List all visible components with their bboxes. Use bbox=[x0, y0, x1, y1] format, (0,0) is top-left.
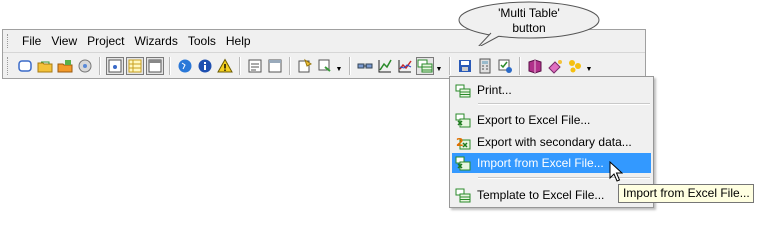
menu-item-export-secondary[interactable]: 2 Export with secondary data... bbox=[452, 132, 651, 152]
window-icon[interactable] bbox=[146, 56, 164, 75]
globe-icon[interactable] bbox=[176, 57, 194, 75]
menu-project[interactable]: Project bbox=[82, 32, 129, 50]
open-project-icon[interactable] bbox=[56, 57, 74, 75]
menu-file[interactable]: File bbox=[17, 32, 46, 50]
chart-icon[interactable] bbox=[376, 57, 394, 75]
menu-item-label: Template to Excel File... bbox=[477, 188, 605, 202]
settings-wizard-icon[interactable] bbox=[316, 57, 334, 75]
info-icon[interactable] bbox=[196, 57, 214, 75]
mouse-cursor-icon bbox=[609, 161, 623, 182]
menu-item-export-excel[interactable]: Export to Excel File... bbox=[452, 110, 651, 130]
main-toolbar: ▼ ▼ ▼ bbox=[3, 52, 645, 78]
line-chart-icon[interactable] bbox=[396, 57, 414, 75]
chevron-down-icon[interactable]: ▼ bbox=[585, 57, 593, 75]
callout-bubble: 'Multi Table' button bbox=[455, 0, 603, 46]
print-icon bbox=[455, 84, 471, 98]
menu-wizards[interactable]: Wizards bbox=[130, 32, 183, 50]
link-icon[interactable] bbox=[356, 57, 374, 75]
save-icon[interactable] bbox=[456, 57, 474, 75]
toolbar-separator bbox=[289, 56, 291, 75]
toolbar-separator bbox=[349, 56, 351, 75]
excel-export-icon bbox=[455, 113, 471, 128]
toolbar-grip[interactable] bbox=[7, 56, 11, 75]
multi-table-icon[interactable] bbox=[416, 56, 434, 75]
menu-separator bbox=[478, 177, 650, 179]
chevron-down-icon[interactable]: ▼ bbox=[335, 57, 343, 75]
menu-item-print[interactable]: Print... bbox=[452, 80, 651, 100]
toolbar-separator bbox=[169, 56, 171, 75]
menu-item-label: Export with secondary data... bbox=[477, 135, 632, 149]
menu-tools[interactable]: Tools bbox=[183, 32, 221, 50]
tooltip: Import from Excel File... bbox=[618, 184, 754, 203]
excel-import-icon bbox=[455, 156, 471, 171]
paint-icon[interactable] bbox=[546, 57, 564, 75]
menu-view[interactable]: View bbox=[46, 32, 82, 50]
form-icon[interactable] bbox=[246, 57, 264, 75]
warning-icon[interactable] bbox=[216, 57, 234, 75]
multi-table-dropdown-arrow[interactable]: ▼ bbox=[435, 57, 443, 75]
save-disk-icon[interactable] bbox=[76, 57, 94, 75]
check-icon[interactable] bbox=[496, 57, 514, 75]
svg-text:2: 2 bbox=[456, 136, 464, 149]
book-icon[interactable] bbox=[526, 57, 544, 75]
calculator-icon[interactable] bbox=[476, 57, 494, 75]
panel-icon[interactable] bbox=[266, 57, 284, 75]
toolbar-separator bbox=[99, 56, 101, 75]
excel-export-secondary-icon: 2 bbox=[456, 136, 471, 150]
toolbar-separator bbox=[449, 56, 451, 75]
wizard-icon[interactable] bbox=[296, 57, 314, 75]
menu-item-label: Print... bbox=[477, 83, 512, 97]
menu-item-label: Import from Excel File... bbox=[477, 156, 604, 170]
table-view-icon[interactable] bbox=[126, 56, 144, 75]
toolbar-separator bbox=[239, 56, 241, 75]
menu-bar-grip[interactable] bbox=[7, 34, 11, 48]
menu-item-label: Export to Excel File... bbox=[477, 113, 591, 127]
new-document-icon[interactable] bbox=[16, 57, 34, 75]
open-folder-icon[interactable] bbox=[36, 57, 54, 75]
toolbar-separator bbox=[519, 56, 521, 75]
excel-template-icon bbox=[455, 188, 471, 203]
puzzle-icon[interactable] bbox=[566, 57, 584, 75]
menu-help[interactable]: Help bbox=[221, 32, 256, 50]
menu-separator bbox=[478, 103, 650, 105]
chart-select-icon[interactable] bbox=[106, 56, 124, 75]
callout-text: 'Multi Table' button bbox=[498, 6, 560, 35]
